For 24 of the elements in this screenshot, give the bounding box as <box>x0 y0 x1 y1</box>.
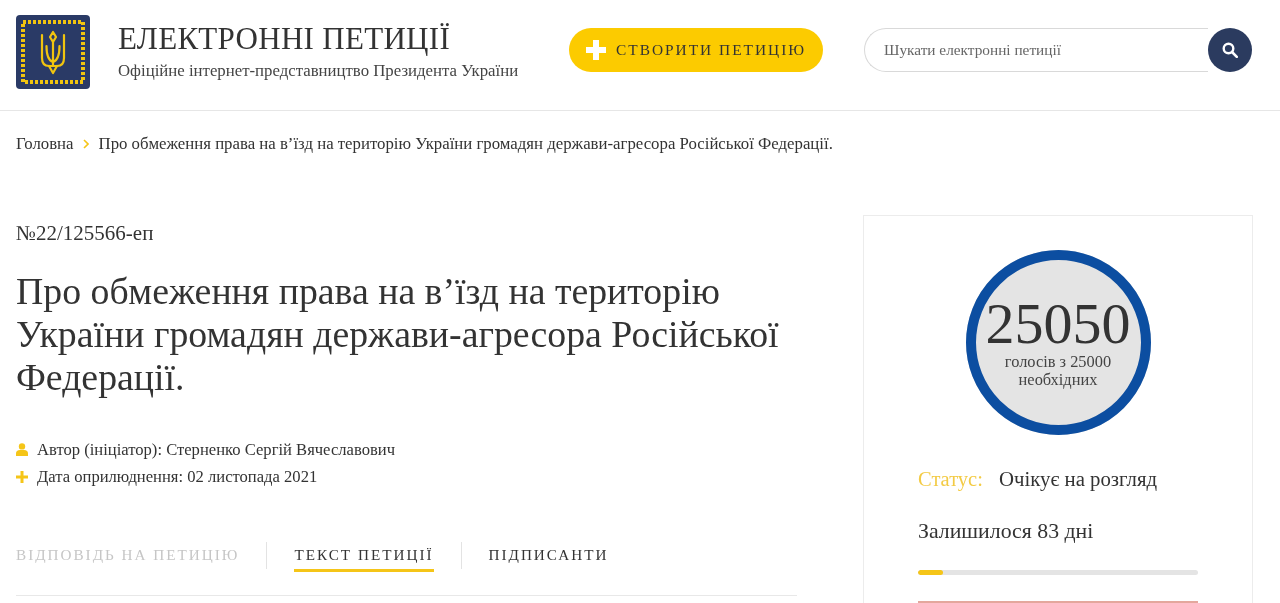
status-value: Очікує на розгляд <box>998 467 1158 491</box>
plus-icon <box>16 470 28 483</box>
search-button[interactable] <box>1208 28 1252 72</box>
days-remaining: Залишилося 83 дні <box>918 519 1094 543</box>
chevron-right-icon <box>82 139 89 149</box>
vote-caption: голосів з 25000 необхідних <box>1003 352 1113 389</box>
search-field[interactable]: Шукати електронні петиції <box>864 28 1208 72</box>
breadcrumb-current: Про обмеження права на в’їзд на територію України громадян держави-агресора Російської Федерації. <box>98 134 833 154</box>
status-label: Статус: <box>918 467 983 491</box>
person-icon <box>16 443 28 456</box>
site-title: ЕЛЕКТРОННІ ПЕТИЦІЇ <box>118 23 451 55</box>
petition-title: Про обмеження права на в’їзд на територію України громадян держави-агресора Російської Федерації. <box>16 270 780 399</box>
plus-icon <box>586 40 606 60</box>
site-subtitle: Офіційне інтернет-представництво Президента України <box>118 61 519 81</box>
search-icon <box>1222 42 1238 58</box>
meta-text: Дата оприлюднення: 02 листопада 2021 <box>37 466 318 487</box>
create-petition-button[interactable]: СТВОРИТИ ПЕТИЦІЮ <box>569 28 823 72</box>
tab[interactable]: ПІДПИСАНТИ <box>488 545 609 572</box>
tab[interactable]: ТЕКСТ ПЕТИЦІЇ <box>294 545 434 572</box>
petition-number: №22/125566-еп <box>16 223 154 243</box>
vote-count: 25050 <box>985 296 1131 351</box>
meta-text: Автор (ініціатор): Стерненко Сергій Вячеславович <box>37 439 395 460</box>
breadcrumb-link[interactable]: Головна <box>16 134 74 154</box>
trident-logo[interactable] <box>16 15 90 89</box>
